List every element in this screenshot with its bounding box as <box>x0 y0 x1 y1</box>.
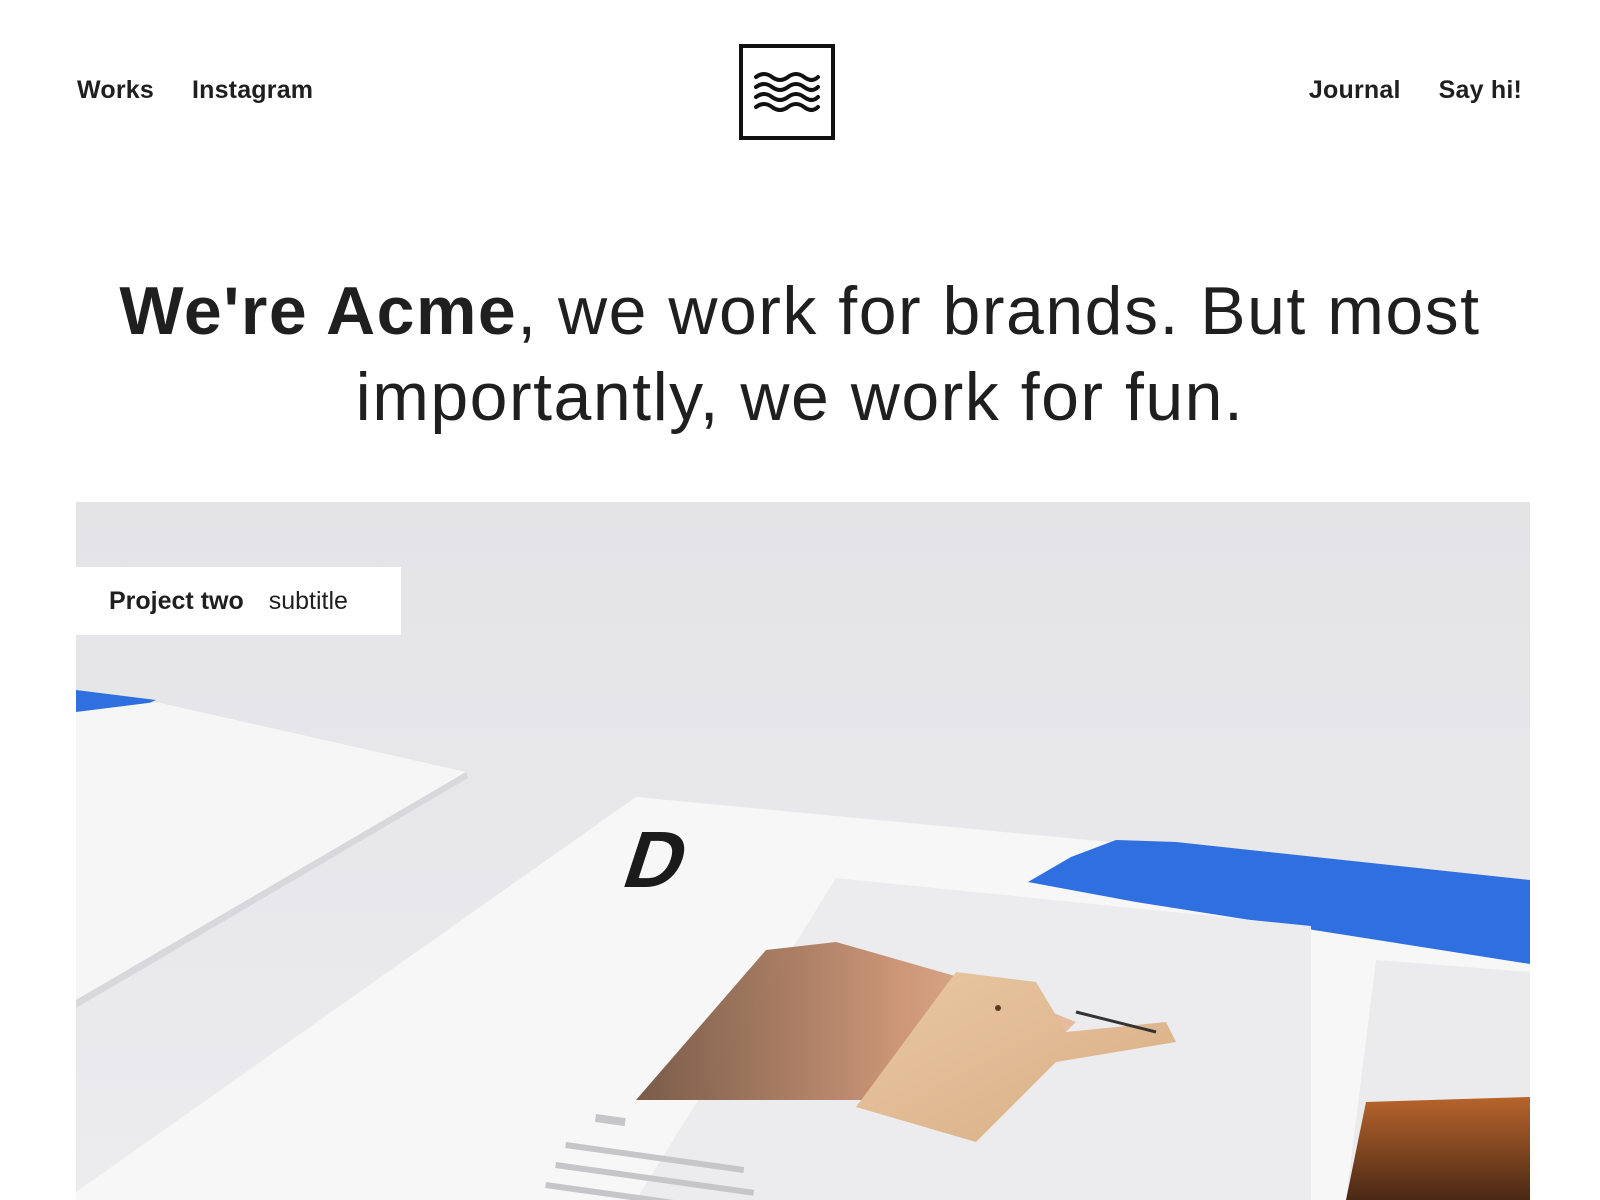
project-subtitle: subtitle <box>268 586 348 615</box>
nav-left: Works Instagram <box>77 76 313 105</box>
project-title: Project two <box>109 586 244 615</box>
hero-line-2: importantly, we work for fun. <box>355 358 1245 435</box>
nav-link-say-hi[interactable]: Say hi! <box>1439 76 1522 105</box>
nav-link-instagram[interactable]: Instagram <box>192 76 313 105</box>
hero-brand: We're Acme <box>119 272 518 349</box>
site-header: Works Instagram Journal Say hi! <box>0 0 1600 200</box>
hero-text-1: , we work for brands. But most <box>517 272 1481 349</box>
project-label: Project two subtitle <box>76 567 401 635</box>
waves-icon <box>754 72 820 112</box>
hero-heading: We're Acme, we work for brands. But most… <box>0 268 1600 440</box>
hero-line-1: We're Acme, we work for brands. But most <box>0 268 1600 354</box>
nav-link-works[interactable]: Works <box>77 76 154 105</box>
nav-right: Journal Say hi! <box>1309 76 1522 105</box>
logo[interactable] <box>739 44 835 140</box>
nav-link-journal[interactable]: Journal <box>1309 76 1401 105</box>
featured-project-card[interactable]: D Project two subtitle <box>76 502 1530 1200</box>
